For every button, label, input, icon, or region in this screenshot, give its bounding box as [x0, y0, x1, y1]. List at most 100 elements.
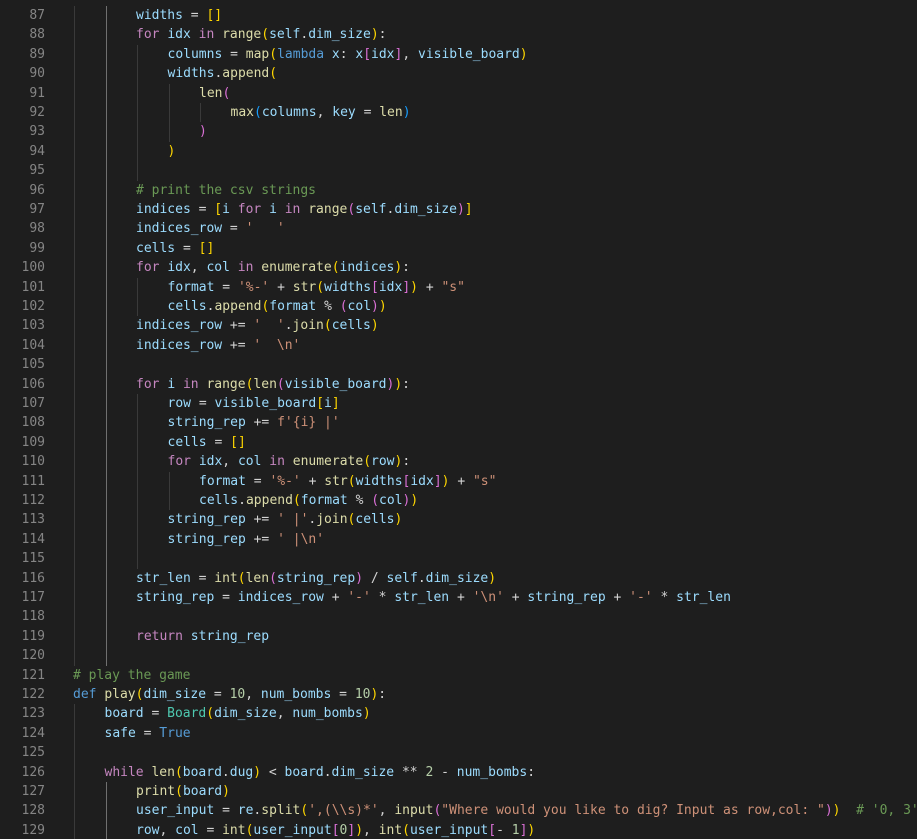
code-text: cells.append(format % (col)) [199, 491, 418, 510]
code-line[interactable]: 126 while len(board.dug) < board.dim_size… [0, 763, 917, 782]
line-number: 99 [29, 240, 45, 256]
code-line[interactable]: 103 indices_row += ' '.join(cells) [0, 316, 917, 335]
code-line[interactable]: 98 indices_row = ' ' [0, 219, 917, 238]
code-token: [] [198, 240, 215, 256]
code-token: ) [167, 143, 176, 159]
code-line[interactable]: 110 for idx, col in enumerate(row): [0, 452, 917, 471]
code-text: string_rep += f'{i} |' [168, 413, 340, 432]
code-line[interactable]: 88 for idx in range(self.dim_size): [0, 25, 917, 44]
code-token: board [104, 706, 144, 722]
code-line[interactable]: 91 len( [0, 84, 917, 103]
code-token: cells [167, 299, 207, 314]
code-line[interactable]: 99 cells = [] [0, 239, 917, 258]
code-line[interactable]: 127 print(board) [0, 782, 917, 801]
line-number: 109 [21, 434, 45, 450]
code-line[interactable]: 113 string_rep += ' |'.join(cells) [0, 510, 917, 529]
code-line[interactable]: 117 string_rep = indices_row + '-' * str_… [0, 588, 917, 607]
code-text: row = visible_board[i] [168, 394, 340, 413]
code-token: self [269, 27, 301, 43]
code-line[interactable]: 118 [0, 607, 917, 626]
code-token: len [253, 376, 277, 392]
code-line[interactable]: 97 indices = [i for i in range(self.dim_s… [0, 200, 917, 219]
code-token: [ [316, 396, 325, 411]
code-token: row [371, 454, 395, 470]
code-line[interactable]: 124 safe = True [0, 724, 917, 743]
code-token: ( [269, 66, 278, 82]
code-token: format [300, 493, 348, 508]
code-line[interactable]: 112 cells.append(format % (col)) [0, 491, 917, 510]
code-token: f'{i} |' [277, 415, 340, 431]
code-token: % [355, 493, 364, 508]
code-text: string_rep += ' |'.join(cells) [168, 510, 403, 529]
code-line[interactable]: 102 cells.append(format % (col)) [0, 297, 917, 316]
code-token: : [402, 376, 410, 392]
code-line[interactable]: 87 widths = [] [0, 6, 917, 25]
code-line[interactable]: 115 [0, 549, 917, 568]
code-token: = [229, 221, 238, 237]
code-line[interactable]: 101 format = '%-' + str(widths[idx]) + "s… [0, 278, 917, 297]
code-line[interactable]: 95 [0, 161, 917, 180]
code-token: dim_size [143, 687, 207, 702]
code-line[interactable]: 100 for idx, col in enumerate(indices): [0, 258, 917, 277]
code-token: in [269, 454, 285, 470]
code-line[interactable]: 122 def play(dim_size = 10, num_bombs = 1… [0, 685, 917, 704]
code-token: ( [339, 299, 348, 314]
code-line[interactable]: 121 # play the game [0, 666, 917, 685]
code-text: widths.append( [168, 64, 278, 83]
code-line[interactable]: 125 [0, 743, 917, 762]
line-number: 126 [21, 764, 45, 780]
code-token: append [222, 66, 270, 82]
code-line[interactable]: 105 [0, 355, 917, 374]
code-text: indices_row += ' '.join(cells) [136, 316, 379, 335]
code-line[interactable]: 89 columns = map(lambda x: x[idx], visibl… [0, 45, 917, 64]
code-token: ) [410, 279, 418, 295]
code-token: : [378, 687, 387, 702]
code-line[interactable]: 104 indices_row += ' \n' [0, 336, 917, 355]
code-line[interactable]: 114 string_rep += ' |\n' [0, 530, 917, 549]
line-number: 101 [21, 279, 45, 295]
code-token: widths [167, 66, 215, 82]
code-line[interactable]: 111 format = '%-' + str(widths[idx]) + "s… [0, 472, 917, 491]
code-line[interactable]: 92 max(columns, key = len) [0, 103, 917, 122]
line-number: 93 [29, 124, 45, 140]
code-token: idx [167, 260, 191, 276]
code-line[interactable]: 96 # print the csv strings [0, 181, 917, 200]
code-token: = [143, 725, 152, 741]
code-token: ) [394, 512, 403, 528]
line-number: 123 [21, 706, 45, 722]
code-token: split [261, 803, 301, 819]
code-line[interactable]: 128 user_input = re.split(',(\\s)*', inpu… [0, 801, 917, 820]
code-token: append [245, 493, 293, 508]
code-line[interactable]: 107 row = visible_board[i] [0, 394, 917, 413]
code-line[interactable]: 106 for i in range(len(visible_board)): [0, 375, 917, 394]
code-line[interactable]: 119 return string_rep [0, 627, 917, 646]
code-token: ( [174, 764, 183, 780]
code-token: dim_size [425, 570, 489, 586]
code-token: ' |' [277, 512, 309, 528]
code-token: cells [199, 493, 239, 508]
code-line[interactable]: 116 str_len = int(len(string_rep) / self.… [0, 569, 917, 588]
line-number: 122 [21, 687, 45, 702]
code-token: , [190, 260, 199, 276]
code-line[interactable]: 93) [0, 122, 917, 141]
code-token: [] [230, 434, 246, 450]
code-text: for idx, col in enumerate(row): [168, 452, 411, 471]
code-token: ) [402, 105, 411, 120]
code-token: = [182, 240, 191, 256]
code-token: ) [410, 493, 419, 508]
code-line[interactable]: 120 [0, 646, 917, 665]
code-line[interactable]: 108 string_rep += f'{i} |' [0, 413, 917, 432]
line-number: 111 [21, 473, 45, 489]
code-line[interactable]: 90 widths.append( [0, 64, 917, 83]
code-line[interactable]: 109 cells = [] [0, 433, 917, 452]
code-line[interactable]: 123 board = Board(dim_size, num_bombs) [0, 704, 917, 723]
code-token: num_bombs [456, 764, 528, 780]
code-editor[interactable]: 87 widths = [] 88 for idx in range(self.dim… [0, 0, 917, 839]
code-token: len [199, 85, 223, 101]
code-token: ( [206, 706, 215, 722]
code-token: ( [347, 473, 356, 489]
code-token: board [182, 784, 223, 799]
line-number: 115 [21, 551, 45, 567]
code-line[interactable]: 94) [0, 142, 917, 161]
code-line[interactable]: 129 row, col = int(user_input[0]), int(us… [0, 821, 917, 839]
